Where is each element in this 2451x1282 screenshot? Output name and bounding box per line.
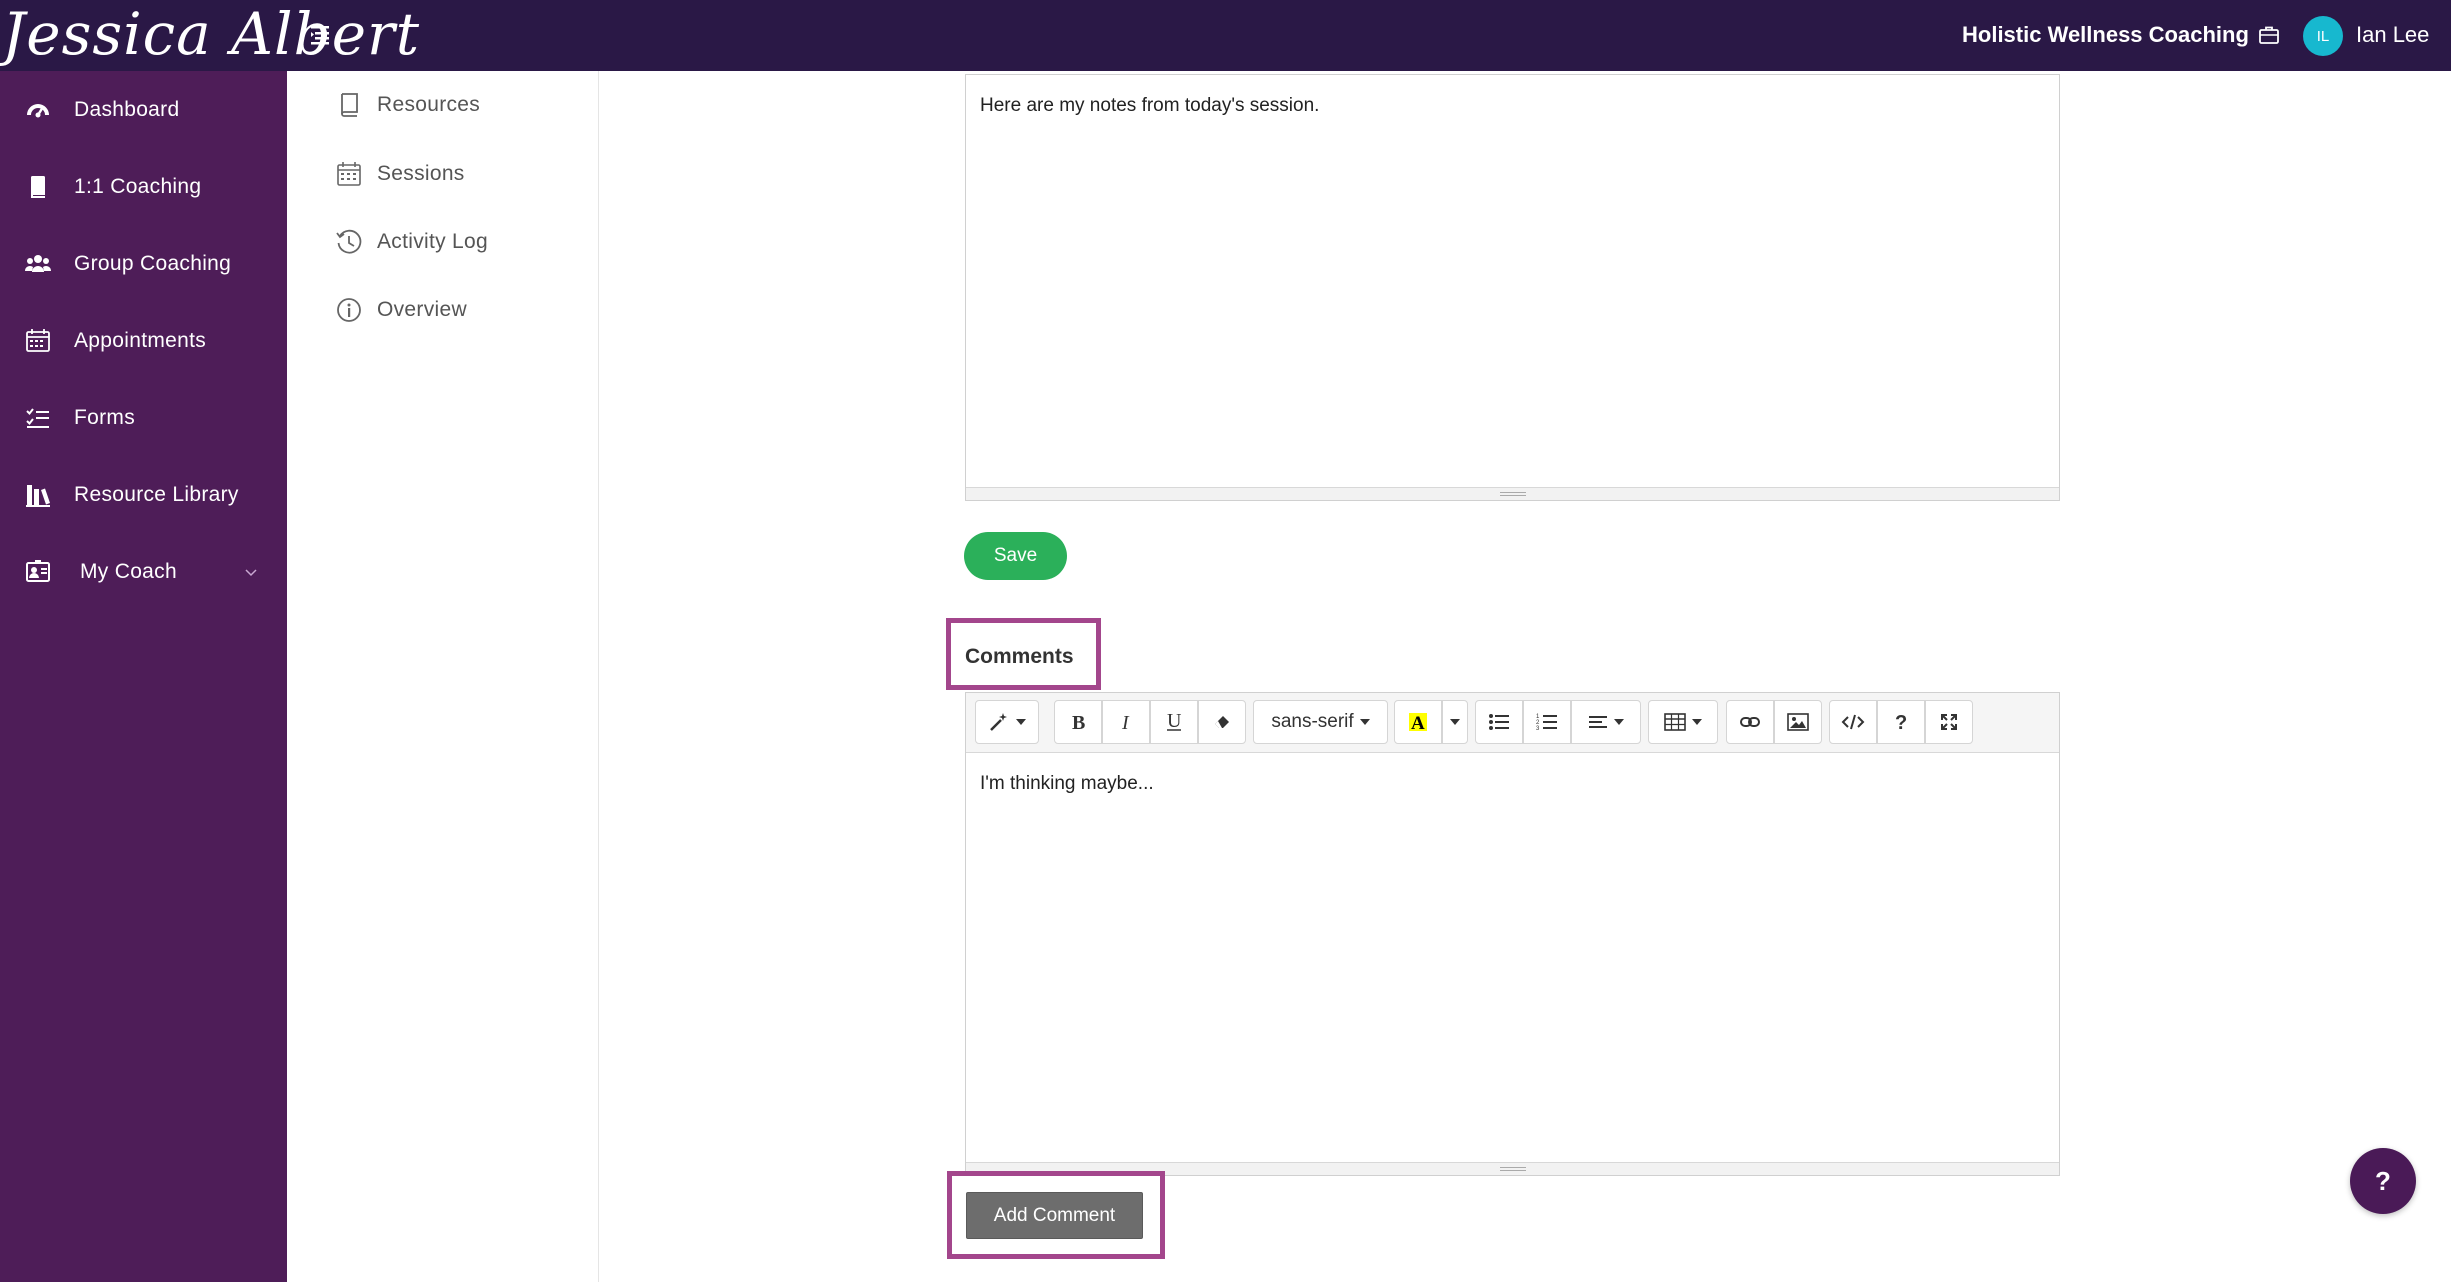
sidebar-item-forms[interactable]: Forms (0, 388, 287, 448)
italic-icon: I (1121, 712, 1130, 732)
bullet-list-button[interactable] (1475, 700, 1523, 744)
image-button[interactable] (1774, 700, 1822, 744)
caret-down-icon (1614, 719, 1624, 725)
table-dropdown[interactable] (1648, 700, 1718, 744)
question-icon: ? (1895, 712, 1907, 733)
paragraph-align-dropdown[interactable] (1571, 700, 1641, 744)
svg-text:3: 3 (1536, 726, 1540, 732)
user-name[interactable]: Ian Lee (2356, 22, 2429, 48)
eraser-icon (1215, 716, 1229, 728)
chevron-down-icon[interactable] (243, 564, 259, 580)
users-icon (25, 255, 51, 272)
svg-text:B: B (1072, 712, 1085, 732)
subnav-item-label: Overview (377, 298, 467, 321)
calendar-icon (26, 329, 50, 352)
sub-navigation: Resources Sessions Activity Log Overview (287, 71, 599, 1282)
table-icon (1664, 713, 1686, 731)
text-color-icon: A (1409, 713, 1427, 733)
sidebar-item-group-coaching[interactable]: Group Coaching (0, 234, 287, 294)
sidebar-item-label: Dashboard (74, 98, 180, 121)
numbered-list-button[interactable]: 123 (1523, 700, 1571, 744)
svg-text:?: ? (1895, 712, 1907, 733)
sidebar-item-label: Group Coaching (74, 252, 232, 275)
sidebar-item-label: Appointments (74, 329, 207, 352)
subnav-item-sessions[interactable]: Sessions (335, 154, 465, 194)
text-color-button[interactable]: A (1394, 700, 1442, 744)
subnav-item-resources[interactable]: Resources (335, 85, 480, 125)
briefcase-icon[interactable] (2258, 24, 2280, 46)
link-icon (1740, 717, 1760, 727)
text-color-dropdown[interactable] (1442, 700, 1468, 744)
fullscreen-button[interactable] (1925, 700, 1973, 744)
comments-editor[interactable]: B I U sans-serif A 123 ? I'm thinking ma… (965, 692, 2060, 1176)
save-button[interactable]: Save (964, 532, 1067, 580)
main-sidebar: Dashboard 1:1 Coaching Group Coaching Ap… (0, 71, 287, 1282)
bullet-list-icon (1489, 714, 1509, 730)
comments-text[interactable]: I'm thinking maybe... (980, 773, 1154, 795)
fullscreen-icon (1941, 714, 1957, 730)
subnav-item-activity-log[interactable]: Activity Log (335, 222, 488, 262)
book-icon (31, 176, 45, 198)
sidebar-item-label: Resource Library (74, 483, 239, 506)
editor-toolbar: B I U sans-serif A 123 ? (966, 693, 2059, 753)
sidebar-item-label: Forms (74, 406, 135, 429)
svg-text:I: I (1121, 712, 1130, 732)
help-floating-button[interactable]: ? (2350, 1148, 2416, 1214)
magic-wand-icon (990, 713, 1007, 731)
menu-toggle-icon[interactable] (309, 22, 335, 48)
organization-name[interactable]: Holistic Wellness Coaching (1962, 22, 2249, 48)
coach-card-icon (26, 560, 50, 582)
underline-icon: U (1167, 711, 1182, 732)
calendar-outline-icon (337, 162, 361, 186)
image-icon (1787, 713, 1809, 731)
info-icon (337, 298, 361, 322)
underline-button[interactable]: U (1150, 700, 1198, 744)
font-family-value: sans-serif (1271, 711, 1354, 732)
notes-resize-handle[interactable] (966, 487, 2059, 500)
svg-text:U: U (1167, 711, 1182, 732)
library-icon (26, 485, 50, 507)
notes-text[interactable]: Here are my notes from today's session. (980, 95, 1319, 117)
sidebar-item-appointments[interactable]: Appointments (0, 311, 287, 371)
numbered-list-icon: 123 (1536, 714, 1557, 732)
align-left-icon (1589, 716, 1607, 728)
dashboard-icon (27, 104, 49, 118)
caret-down-icon (1359, 719, 1370, 725)
sidebar-item-1-1-coaching[interactable]: 1:1 Coaching (0, 157, 287, 217)
code-view-button[interactable] (1829, 700, 1877, 744)
top-bar: Jessica Albert Holistic Wellness Coachin… (0, 0, 2451, 71)
style-button[interactable] (975, 700, 1039, 744)
sidebar-item-label: 1:1 Coaching (74, 175, 202, 198)
add-comment-button[interactable]: Add Comment (966, 1192, 1143, 1239)
font-family-dropdown[interactable]: sans-serif (1253, 700, 1388, 744)
italic-button[interactable]: I (1102, 700, 1150, 744)
notes-editor[interactable]: Here are my notes from today's session. (965, 74, 2060, 501)
sidebar-item-resource-library[interactable]: Resource Library (0, 465, 287, 525)
bold-icon: B (1072, 712, 1085, 732)
help-button-toolbar[interactable]: ? (1877, 700, 1925, 744)
user-avatar[interactable]: IL (2303, 16, 2343, 56)
caret-down-icon (1692, 719, 1702, 725)
checklist-icon (26, 408, 49, 428)
caret-down-icon (1016, 719, 1026, 725)
sidebar-item-dashboard[interactable]: Dashboard (0, 80, 287, 140)
svg-text:A: A (1411, 713, 1425, 733)
code-icon (1841, 714, 1865, 730)
brand-logo[interactable]: Jessica Albert (2, 2, 420, 66)
history-icon (336, 229, 362, 254)
subnav-item-label: Activity Log (377, 230, 488, 253)
link-button[interactable] (1726, 700, 1774, 744)
bold-button[interactable]: B (1054, 700, 1102, 744)
subnav-item-label: Resources (377, 93, 481, 116)
clear-format-button[interactable] (1198, 700, 1246, 744)
subnav-item-label: Sessions (377, 162, 465, 185)
caret-down-icon (1450, 719, 1460, 725)
sidebar-item-my-coach[interactable]: My Coach (0, 542, 287, 602)
comments-title: Comments (965, 645, 1074, 668)
sidebar-item-label: My Coach (80, 560, 177, 583)
book-outline-icon (341, 93, 358, 117)
subnav-item-overview[interactable]: Overview (335, 290, 467, 330)
